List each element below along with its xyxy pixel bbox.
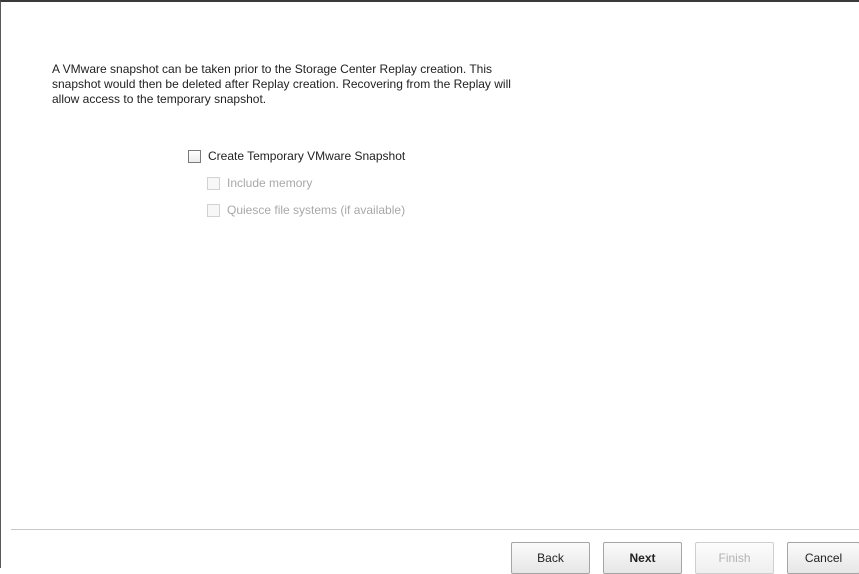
next-button[interactable]: Next — [603, 542, 682, 574]
create-snapshot-label[interactable]: Create Temporary VMware Snapshot — [208, 149, 405, 163]
cancel-button[interactable]: Cancel — [787, 542, 859, 574]
description-line-1: A VMware snapshot can be taken prior to … — [52, 62, 493, 76]
quiesce-checkbox — [207, 203, 220, 217]
back-button[interactable]: Back — [511, 542, 590, 574]
include-memory-checkbox — [207, 176, 220, 190]
description-text: A VMware snapshot can be taken prior to … — [52, 62, 632, 107]
create-snapshot-option[interactable]: Create Temporary VMware Snapshot — [188, 149, 405, 163]
include-memory-option: Include memory — [207, 176, 312, 190]
description-line-3: allow access to the temporary snapshot. — [52, 92, 267, 106]
quiesce-option: Quiesce file systems (if available) — [207, 203, 405, 217]
footer-divider — [11, 529, 859, 530]
wizard-dialog: A VMware snapshot can be taken prior to … — [0, 0, 859, 574]
description-line-2: snapshot would then be deleted after Rep… — [52, 77, 511, 91]
quiesce-label: Quiesce file systems (if available) — [227, 203, 406, 217]
create-snapshot-checkbox[interactable] — [188, 149, 201, 163]
finish-button: Finish — [695, 542, 774, 574]
include-memory-label: Include memory — [227, 176, 313, 190]
